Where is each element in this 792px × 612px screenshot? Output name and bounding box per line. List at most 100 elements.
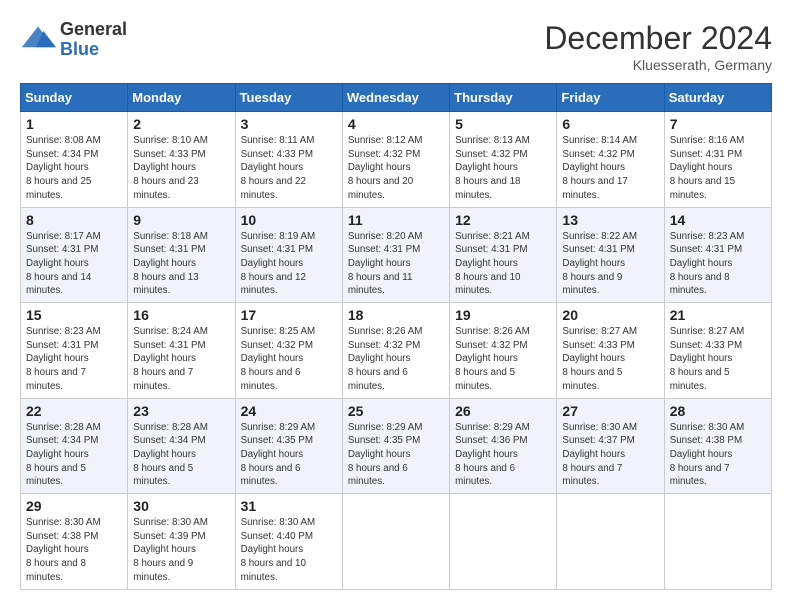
sunrise-label: Sunrise: [133,326,172,337]
sunrise-label: Sunrise: [241,326,280,337]
daylight-label: Daylight hours [562,353,625,364]
sunrise-value: 8:23 AM [708,231,744,242]
sunrise-value: 8:20 AM [387,231,423,242]
day-number: 7 [670,116,766,132]
daylight-value: 8 hours and 5 minutes. [133,463,193,488]
daylight-label: Daylight hours [26,449,89,460]
sunrise-label: Sunrise: [241,517,280,528]
calendar-cell: 12 Sunrise: 8:21 AM Sunset: 4:31 PM Dayl… [450,207,557,303]
sunset-label: Sunset: [348,435,384,446]
sunrise-label: Sunrise: [348,326,387,337]
sunset-value: 4:38 PM [706,435,743,446]
sunrise-value: 8:29 AM [279,422,315,433]
calendar-cell: 18 Sunrise: 8:26 AM Sunset: 4:32 PM Dayl… [342,303,449,399]
calendar-cell: 5 Sunrise: 8:13 AM Sunset: 4:32 PM Dayli… [450,112,557,208]
sunrise-value: 8:23 AM [65,326,101,337]
day-info: Sunrise: 8:19 AM Sunset: 4:31 PM Dayligh… [241,230,337,299]
day-info: Sunrise: 8:29 AM Sunset: 4:35 PM Dayligh… [241,421,337,490]
day-number: 14 [670,212,766,228]
daylight-label: Daylight hours [455,353,518,364]
calendar-cell: 11 Sunrise: 8:20 AM Sunset: 4:31 PM Dayl… [342,207,449,303]
sunset-value: 4:33 PM [598,340,635,351]
day-number: 10 [241,212,337,228]
sunset-label: Sunset: [670,435,706,446]
daylight-label: Daylight hours [455,258,518,269]
sunset-value: 4:32 PM [491,149,528,160]
sunrise-value: 8:18 AM [172,231,208,242]
sunset-value: 4:32 PM [384,149,421,160]
logo-general: General [60,20,127,40]
sunset-label: Sunset: [348,149,384,160]
sunset-label: Sunset: [670,149,706,160]
sunset-label: Sunset: [26,244,62,255]
calendar-cell: 4 Sunrise: 8:12 AM Sunset: 4:32 PM Dayli… [342,112,449,208]
sunrise-label: Sunrise: [348,231,387,242]
day-info: Sunrise: 8:26 AM Sunset: 4:32 PM Dayligh… [348,325,444,394]
daylight-label: Daylight hours [670,258,733,269]
day-number: 6 [562,116,658,132]
day-info: Sunrise: 8:11 AM Sunset: 4:33 PM Dayligh… [241,134,337,203]
day-info: Sunrise: 8:08 AM Sunset: 4:34 PM Dayligh… [26,134,122,203]
sunset-value: 4:32 PM [277,340,314,351]
sunset-label: Sunset: [241,531,277,542]
sunset-label: Sunset: [455,435,491,446]
sunset-label: Sunset: [241,149,277,160]
sunrise-value: 8:29 AM [387,422,423,433]
sunset-value: 4:31 PM [598,244,635,255]
sunset-label: Sunset: [241,340,277,351]
sunrise-label: Sunrise: [241,422,280,433]
day-number: 4 [348,116,444,132]
sunrise-value: 8:13 AM [494,135,530,146]
sunset-label: Sunset: [133,340,169,351]
sunrise-value: 8:26 AM [494,326,530,337]
daylight-label: Daylight hours [26,258,89,269]
calendar-cell: 13 Sunrise: 8:22 AM Sunset: 4:31 PM Dayl… [557,207,664,303]
day-info: Sunrise: 8:18 AM Sunset: 4:31 PM Dayligh… [133,230,229,299]
day-number: 19 [455,307,551,323]
daylight-value: 8 hours and 6 minutes. [348,463,408,488]
daylight-value: 8 hours and 9 minutes. [133,558,193,583]
day-info: Sunrise: 8:23 AM Sunset: 4:31 PM Dayligh… [26,325,122,394]
daylight-value: 8 hours and 8 minutes. [670,272,730,297]
sunrise-value: 8:30 AM [172,517,208,528]
sunrise-value: 8:22 AM [601,231,637,242]
sunset-value: 4:38 PM [62,531,99,542]
sunset-label: Sunset: [348,244,384,255]
sunset-value: 4:33 PM [706,340,743,351]
day-info: Sunrise: 8:28 AM Sunset: 4:34 PM Dayligh… [26,421,122,490]
daylight-value: 8 hours and 12 minutes. [241,272,306,297]
sunrise-label: Sunrise: [455,326,494,337]
daylight-label: Daylight hours [670,449,733,460]
daylight-label: Daylight hours [455,449,518,460]
daylight-label: Daylight hours [133,258,196,269]
calendar-cell: 24 Sunrise: 8:29 AM Sunset: 4:35 PM Dayl… [235,398,342,494]
daylight-value: 8 hours and 5 minutes. [455,367,515,392]
day-number: 31 [241,498,337,514]
calendar-week-5: 29 Sunrise: 8:30 AM Sunset: 4:38 PM Dayl… [21,494,772,590]
daylight-label: Daylight hours [26,353,89,364]
sunset-label: Sunset: [26,340,62,351]
daylight-label: Daylight hours [241,544,304,555]
sunset-value: 4:35 PM [384,435,421,446]
day-info: Sunrise: 8:25 AM Sunset: 4:32 PM Dayligh… [241,325,337,394]
sunset-value: 4:31 PM [491,244,528,255]
day-number: 5 [455,116,551,132]
sunset-value: 4:34 PM [62,435,99,446]
daylight-label: Daylight hours [26,544,89,555]
daylight-value: 8 hours and 9 minutes. [562,272,622,297]
calendar-cell: 19 Sunrise: 8:26 AM Sunset: 4:32 PM Dayl… [450,303,557,399]
day-info: Sunrise: 8:17 AM Sunset: 4:31 PM Dayligh… [26,230,122,299]
calendar-cell [557,494,664,590]
sunset-value: 4:31 PM [706,149,743,160]
daylight-value: 8 hours and 5 minutes. [562,367,622,392]
day-number: 25 [348,403,444,419]
daylight-label: Daylight hours [562,449,625,460]
day-number: 3 [241,116,337,132]
calendar-cell [342,494,449,590]
sunrise-label: Sunrise: [241,135,280,146]
logo: General Blue [20,20,127,60]
sunset-label: Sunset: [133,435,169,446]
day-info: Sunrise: 8:10 AM Sunset: 4:33 PM Dayligh… [133,134,229,203]
calendar-cell: 22 Sunrise: 8:28 AM Sunset: 4:34 PM Dayl… [21,398,128,494]
day-info: Sunrise: 8:28 AM Sunset: 4:34 PM Dayligh… [133,421,229,490]
